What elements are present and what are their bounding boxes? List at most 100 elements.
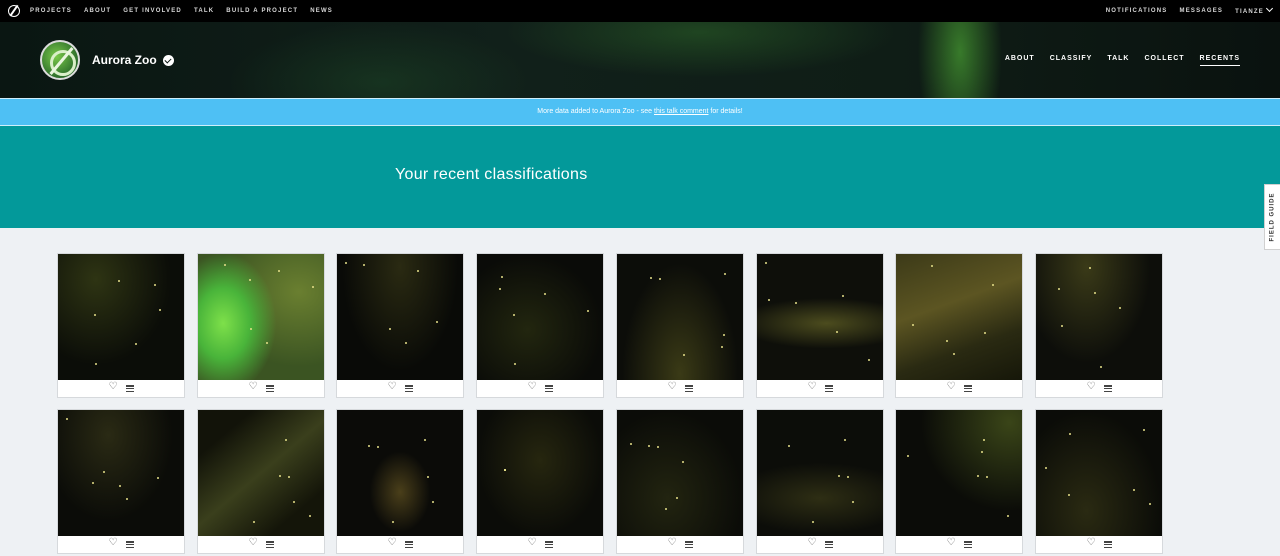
list-icon[interactable] <box>824 541 833 548</box>
project-nav-collect[interactable]: COLLECT <box>1144 55 1184 66</box>
heart-icon[interactable] <box>109 381 118 393</box>
project-nav-recents[interactable]: RECENTS <box>1199 55 1240 66</box>
messages-link[interactable]: MESSAGES <box>1180 8 1224 14</box>
project-header: Aurora Zoo ABOUT CLASSIFY TALK COLLECT R… <box>0 22 1280 98</box>
heart-icon[interactable] <box>388 537 397 549</box>
list-icon[interactable] <box>265 385 274 392</box>
subject-thumbnail[interactable] <box>337 410 463 536</box>
classification-card[interactable] <box>616 409 744 554</box>
zooniverse-logo-icon[interactable] <box>8 5 20 17</box>
subject-thumbnail[interactable] <box>617 410 743 536</box>
list-icon-bar <box>404 387 413 390</box>
star-dot <box>847 476 849 478</box>
heart-icon[interactable] <box>947 381 956 393</box>
subject-thumbnail[interactable] <box>757 254 883 380</box>
subject-thumbnail[interactable] <box>198 254 324 380</box>
site-nav-news[interactable]: NEWS <box>310 8 333 14</box>
classification-card[interactable] <box>336 409 464 554</box>
classification-card[interactable] <box>476 409 604 554</box>
list-icon[interactable] <box>963 541 972 548</box>
star-dot <box>836 331 838 333</box>
subject-thumbnail[interactable] <box>477 254 603 380</box>
site-nav-about[interactable]: ABOUT <box>84 8 111 14</box>
classification-card[interactable] <box>197 409 325 554</box>
star-dot <box>66 418 68 420</box>
classification-card[interactable] <box>197 253 325 398</box>
classification-card[interactable] <box>476 253 604 398</box>
project-nav-talk[interactable]: TALK <box>1107 55 1129 66</box>
list-icon-bar <box>963 543 972 546</box>
notifications-link[interactable]: NOTIFICATIONS <box>1106 8 1168 14</box>
star-dot <box>103 471 105 473</box>
star-dot <box>157 477 159 479</box>
classification-card[interactable] <box>336 253 464 398</box>
list-icon[interactable] <box>1103 385 1112 392</box>
subject-thumbnail[interactable] <box>1036 410 1162 536</box>
heart-icon[interactable] <box>1087 381 1096 393</box>
project-nav: ABOUT CLASSIFY TALK COLLECT RECENTS <box>990 55 1240 66</box>
classification-card[interactable] <box>756 253 884 398</box>
heart-icon[interactable] <box>808 381 817 393</box>
subject-thumbnail[interactable] <box>198 410 324 536</box>
classification-card[interactable] <box>1035 409 1163 554</box>
list-icon[interactable] <box>265 541 274 548</box>
subject-thumbnail[interactable] <box>477 410 603 536</box>
heart-icon[interactable] <box>388 381 397 393</box>
subject-thumbnail[interactable] <box>58 254 184 380</box>
field-guide-tab[interactable]: FIELD GUIDE <box>1264 184 1280 250</box>
heart-icon[interactable] <box>668 381 677 393</box>
subject-thumbnail[interactable] <box>58 410 184 536</box>
banner-talk-link[interactable]: this talk comment <box>654 108 708 115</box>
classification-card[interactable] <box>616 253 744 398</box>
site-nav-get-involved[interactable]: GET INVOLVED <box>123 8 182 14</box>
site-nav-projects[interactable]: PROJECTS <box>30 8 72 14</box>
classification-card[interactable] <box>756 409 884 554</box>
list-icon[interactable] <box>125 541 134 548</box>
star-dot <box>946 340 948 342</box>
list-icon[interactable] <box>824 385 833 392</box>
site-nav-talk[interactable]: TALK <box>194 8 214 14</box>
classification-card[interactable] <box>1035 253 1163 398</box>
subject-thumbnail[interactable] <box>1036 254 1162 380</box>
classification-card[interactable] <box>895 253 1023 398</box>
list-icon[interactable] <box>404 385 413 392</box>
subject-thumbnail[interactable] <box>896 254 1022 380</box>
heart-icon[interactable] <box>109 537 118 549</box>
list-icon[interactable] <box>684 385 693 392</box>
heart-icon[interactable] <box>808 537 817 549</box>
account-menu[interactable]: TIANZE <box>1235 4 1274 15</box>
subject-thumbnail[interactable] <box>896 410 1022 536</box>
list-icon[interactable] <box>404 541 413 548</box>
project-nav-about[interactable]: ABOUT <box>1005 55 1035 66</box>
star-dot <box>417 270 419 272</box>
heart-icon[interactable] <box>528 537 537 549</box>
heart-icon[interactable] <box>528 381 537 393</box>
subject-thumbnail[interactable] <box>337 254 463 380</box>
heart-icon[interactable] <box>668 537 677 549</box>
star-dot <box>266 342 268 344</box>
classification-card[interactable] <box>57 409 185 554</box>
site-nav-build-a-project[interactable]: BUILD A PROJECT <box>226 8 298 14</box>
list-icon[interactable] <box>544 385 553 392</box>
subject-thumbnail[interactable] <box>617 254 743 380</box>
list-icon-bar <box>684 385 693 387</box>
list-icon[interactable] <box>963 385 972 392</box>
heart-icon[interactable] <box>249 381 258 393</box>
classification-card[interactable] <box>57 253 185 398</box>
project-nav-classify[interactable]: CLASSIFY <box>1050 55 1093 66</box>
project-title[interactable]: Aurora Zoo <box>92 53 157 67</box>
star-dot <box>1143 429 1145 431</box>
heart-icon[interactable] <box>947 537 956 549</box>
list-icon-bar <box>1103 390 1112 392</box>
classification-card[interactable] <box>895 409 1023 554</box>
subject-thumbnail[interactable] <box>757 410 883 536</box>
list-icon[interactable] <box>125 385 134 392</box>
list-icon[interactable] <box>684 541 693 548</box>
project-avatar[interactable] <box>40 40 80 80</box>
heart-icon[interactable] <box>1087 537 1096 549</box>
heart-icon[interactable] <box>249 537 258 549</box>
star-dot <box>288 476 290 478</box>
list-icon[interactable] <box>544 541 553 548</box>
list-icon-bar <box>544 387 553 390</box>
list-icon[interactable] <box>1103 541 1112 548</box>
